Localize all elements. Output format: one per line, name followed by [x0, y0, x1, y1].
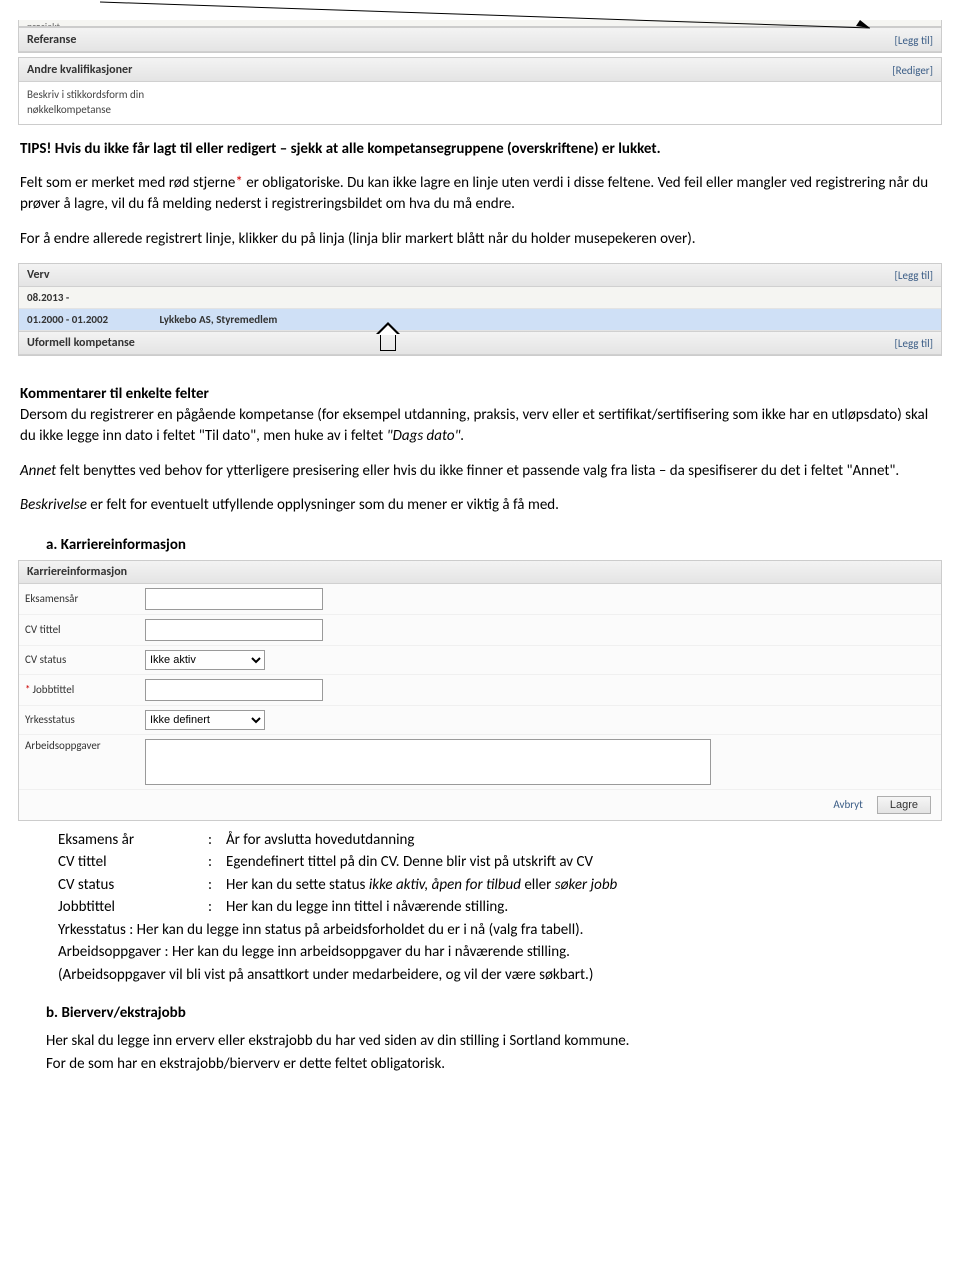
field-jobbtittel: *Jobbtittel	[19, 675, 941, 706]
section-title: Verv	[27, 268, 50, 282]
add-link[interactable]: [Legg til]	[895, 34, 933, 47]
section-title: Referanse	[27, 33, 76, 47]
row-date: 08.2013 -	[27, 291, 157, 304]
tips-text: TIPS! Hvis du ikke får lagt til eller re…	[20, 140, 661, 158]
cv-status-select[interactable]: Ikke aktiv	[145, 650, 265, 670]
comments-p3: Beskrivelse er felt for eventuelt utfyll…	[20, 495, 940, 516]
form-title: Karriereinformasjon	[19, 561, 941, 584]
field-label: Yrkesstatus	[25, 713, 145, 726]
field-arbeidsoppgaver: Arbeidsoppgaver	[19, 735, 941, 790]
add-link[interactable]: [Legg til]	[895, 337, 933, 350]
field-cv-status: CV status Ikke aktiv	[19, 646, 941, 675]
list-row-selected[interactable]: 01.2000 - 01.2002 Lykkebo AS, Styremedle…	[19, 309, 941, 331]
field-label: CV status	[25, 653, 145, 666]
field-label: CV tittel	[25, 623, 145, 636]
save-button[interactable]: Lagre	[877, 796, 931, 814]
annotation-arrow	[0, 0, 960, 20]
field-label: Eksamensår	[25, 592, 145, 605]
field-label: *Jobbtittel	[25, 683, 145, 696]
section-body: Beskriv i stikkordsform din nøkkelkompet…	[19, 82, 941, 124]
comments-p1: Dersom du registrerer en pågående kompet…	[20, 406, 928, 445]
eksamensar-input[interactable]	[145, 588, 323, 610]
arbeidsoppgaver-textarea[interactable]	[145, 739, 711, 785]
add-link[interactable]: [Legg til]	[895, 269, 933, 282]
field-yrkesstatus: Yrkesstatus Ikke definert	[19, 706, 941, 735]
section-referanse: Referanse [Legg til]	[18, 27, 942, 53]
list-row[interactable]: 08.2013 -	[19, 287, 941, 309]
section-verv: Verv [Legg til] 08.2013 - 01.2000 - 01.2…	[18, 263, 942, 356]
section-b-heading: b. Bierverv/ekstrajobb	[46, 1004, 940, 1022]
section-b-p1: Her skal du legge inn erverv eller ekstr…	[46, 1030, 940, 1053]
section-b-p2: For de som har en ekstrajobb/bierverv er…	[46, 1053, 940, 1076]
field-cv-tittel: CV tittel	[19, 615, 941, 646]
field-label: Arbeidsoppgaver	[25, 739, 145, 752]
section-a-heading: a. Karriereinformasjon	[46, 536, 940, 554]
arrow-up-icon	[370, 332, 396, 356]
cv-tittel-input[interactable]	[145, 619, 323, 641]
row-text: Lykkebo AS, Styremedlem	[160, 313, 278, 326]
section-title: Andre kvalifikasjoner	[27, 63, 132, 77]
section-title: Uformell kompetanse	[27, 336, 135, 350]
yrkesstatus-select[interactable]: Ikke definert	[145, 710, 265, 730]
section-andre-kvalifikasjoner: Andre kvalifikasjoner [Rediger] Beskriv …	[18, 57, 942, 125]
comments-heading: Kommentarer til enkelte felter	[20, 385, 209, 403]
cancel-link[interactable]: Avbryt	[833, 798, 863, 811]
edit-text: For å endre allerede registrert linje, k…	[20, 229, 940, 250]
form-karriereinformasjon: Karriereinformasjon Eksamensår CV tittel…	[18, 560, 942, 821]
field-definitions: Eksamens år:År for avslutta hovedutdanni…	[58, 829, 940, 987]
row-date: 01.2000 - 01.2002	[27, 313, 157, 326]
mandatory-text: Felt som er merket med rød stjerne* er o…	[20, 173, 940, 214]
jobbtittel-input[interactable]	[145, 679, 323, 701]
comments-p2: Annet felt benyttes ved behov for ytterl…	[20, 461, 940, 482]
edit-link[interactable]: [Rediger]	[892, 64, 933, 77]
field-eksamensar: Eksamensår	[19, 584, 941, 615]
